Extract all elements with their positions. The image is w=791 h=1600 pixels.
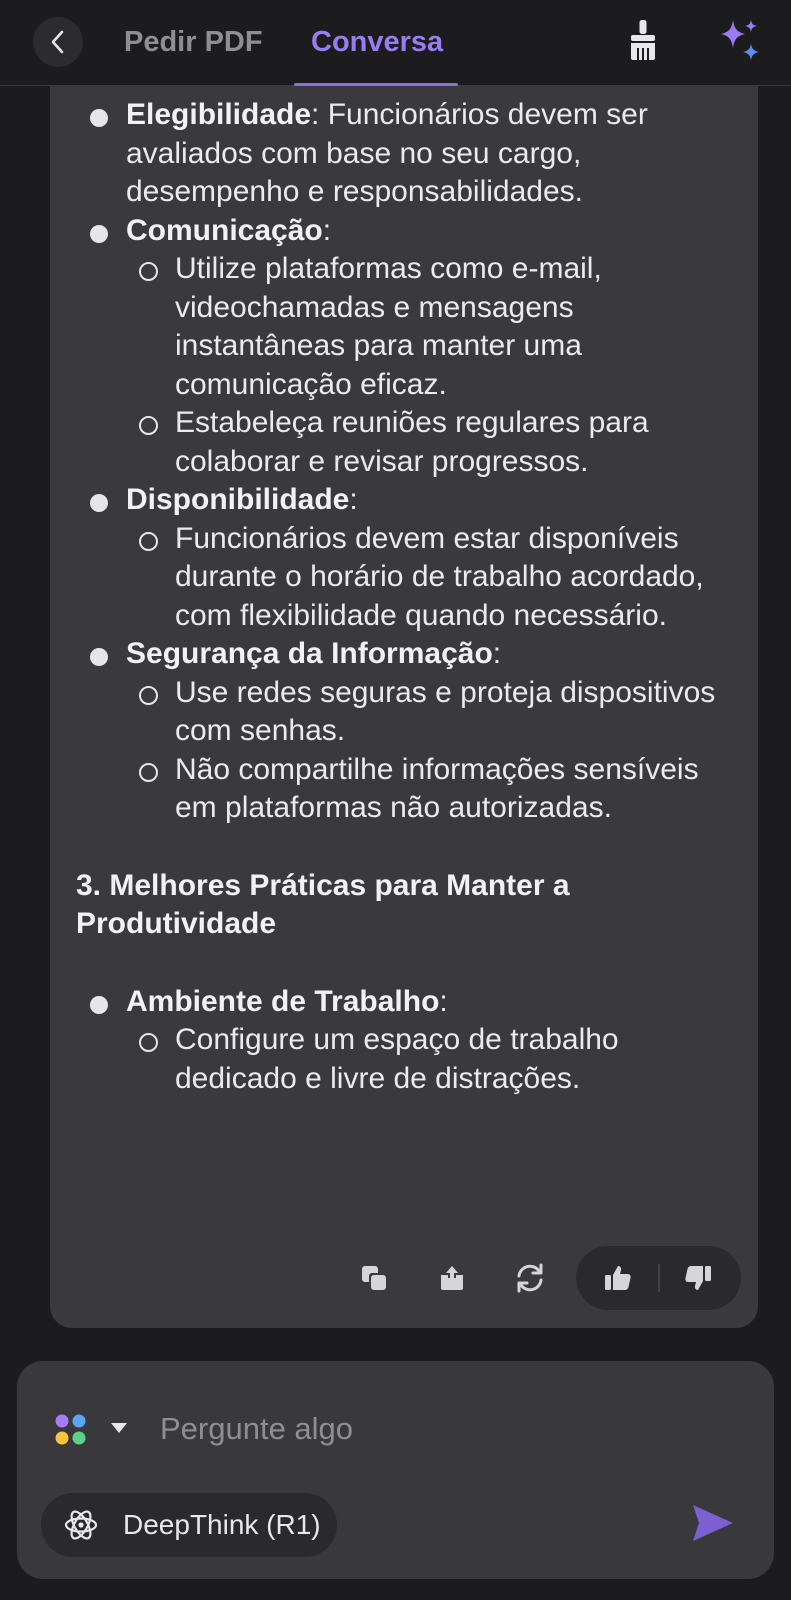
rating-pill — [576, 1246, 741, 1310]
bullet-text: : — [322, 213, 332, 247]
send-button[interactable] — [689, 1501, 737, 1545]
sub-bullet-text: Use redes seguras e proteja dispositivos… — [175, 675, 716, 748]
sub-bullet-text: Não compartilhe informações sensíveis em… — [175, 752, 699, 825]
chevron-left-icon — [51, 30, 64, 54]
ai-sparkle-button[interactable] — [717, 16, 765, 64]
bullet-item: Comunicação: — [50, 212, 758, 251]
bullet-circle-icon — [139, 416, 158, 435]
regenerate-button[interactable] — [510, 1258, 550, 1298]
assistant-message-card: Elegibilidade: Funcionários devem ser av… — [50, 86, 758, 1328]
sub-bullet-text: Utilize plataformas como e-mail, videoch… — [175, 252, 602, 401]
share-icon — [441, 1266, 463, 1290]
rating-divider — [658, 1264, 660, 1292]
bullet-dot-icon — [90, 109, 108, 127]
sub-bullet-text: Funcionários devem estar disponíveis dur… — [175, 521, 704, 632]
bullet-circle-icon — [139, 262, 158, 281]
atom-icon — [64, 1510, 98, 1540]
bullet-item: Elegibilidade: Funcionários devem ser av… — [50, 96, 758, 212]
model-dots-icon — [55, 1414, 86, 1445]
tab-conversation[interactable]: Conversa — [311, 22, 443, 62]
prompt-input[interactable] — [160, 1401, 680, 1457]
sub-bullet-text: Configure um espaço de trabalho dedicado… — [175, 1023, 619, 1095]
back-button[interactable] — [33, 17, 83, 67]
thumbs-up-icon — [605, 1266, 631, 1290]
bullet-dot-icon — [90, 224, 108, 243]
sub-bullet-item: Funcionários devem estar disponíveis dur… — [50, 520, 758, 636]
bullet-circle-icon — [139, 762, 158, 782]
sub-bullet-item: Utilize plataformas como e-mail, videoch… — [50, 250, 758, 404]
share-button[interactable] — [432, 1258, 472, 1298]
bullet-text: : — [439, 984, 448, 1018]
sub-bullet-item: Não compartilhe informações sensíveis em… — [50, 751, 758, 828]
bullet-circle-icon — [139, 1033, 158, 1052]
broom-icon — [631, 20, 655, 60]
sub-bullet-text: Estabeleça reuniões regulares para colab… — [175, 406, 649, 478]
refresh-icon — [517, 1263, 543, 1293]
composer: DeepThink (R1) — [17, 1361, 774, 1579]
bullet-term: Ambiente de Trabalho — [126, 984, 440, 1018]
bullet-term: Elegibilidade — [126, 98, 312, 131]
bullet-circle-icon — [139, 531, 158, 551]
bullet-item: Ambiente de Trabalho: — [50, 983, 758, 1022]
send-icon — [693, 1505, 733, 1541]
section-heading: 3. Melhores Práticas para Manter a Produ… — [76, 868, 570, 941]
message-actions — [50, 1246, 758, 1310]
deepthink-toggle[interactable]: DeepThink (R1) — [41, 1493, 337, 1557]
tab-ask-pdf[interactable]: Pedir PDF — [124, 22, 263, 62]
copy-icon — [362, 1266, 386, 1290]
bullet-dot-icon — [90, 995, 108, 1014]
bullet-term: Disponibilidade — [126, 483, 350, 516]
bullet-text: : — [492, 637, 502, 670]
thumbs-down-button[interactable] — [678, 1258, 718, 1298]
bullet-term: Segurança da Informação — [126, 637, 493, 670]
model-selector-button[interactable] — [54, 1413, 88, 1447]
thumbs-down-icon — [685, 1266, 711, 1290]
bullet-text: : — [349, 483, 358, 516]
copy-button[interactable] — [354, 1258, 394, 1298]
deepthink-label: DeepThink (R1) — [123, 1509, 321, 1540]
sparkle-icon — [721, 20, 759, 60]
clear-chat-button[interactable] — [625, 18, 661, 62]
sub-bullet-item: Estabeleça reuniões regulares para colab… — [50, 404, 758, 481]
bullet-term: Comunicação — [126, 213, 323, 247]
bullet-item: Disponibilidade: — [50, 481, 758, 520]
bullet-dot-icon — [90, 494, 108, 512]
bullet-item: Segurança da Informação: — [50, 635, 758, 674]
bullet-dot-icon — [90, 648, 108, 666]
caret-down-icon — [111, 1423, 127, 1433]
message-content: Elegibilidade: Funcionários devem ser av… — [50, 86, 758, 1098]
sub-bullet-item: Configure um espaço de trabalho dedicado… — [50, 1021, 758, 1098]
sub-bullet-item: Use redes seguras e proteja dispositivos… — [50, 674, 758, 751]
model-dropdown-toggle[interactable] — [110, 1421, 128, 1435]
bullet-circle-icon — [139, 685, 158, 705]
top-bar: Pedir PDF Conversa — [0, 0, 791, 86]
thumbs-up-button[interactable] — [598, 1258, 638, 1298]
